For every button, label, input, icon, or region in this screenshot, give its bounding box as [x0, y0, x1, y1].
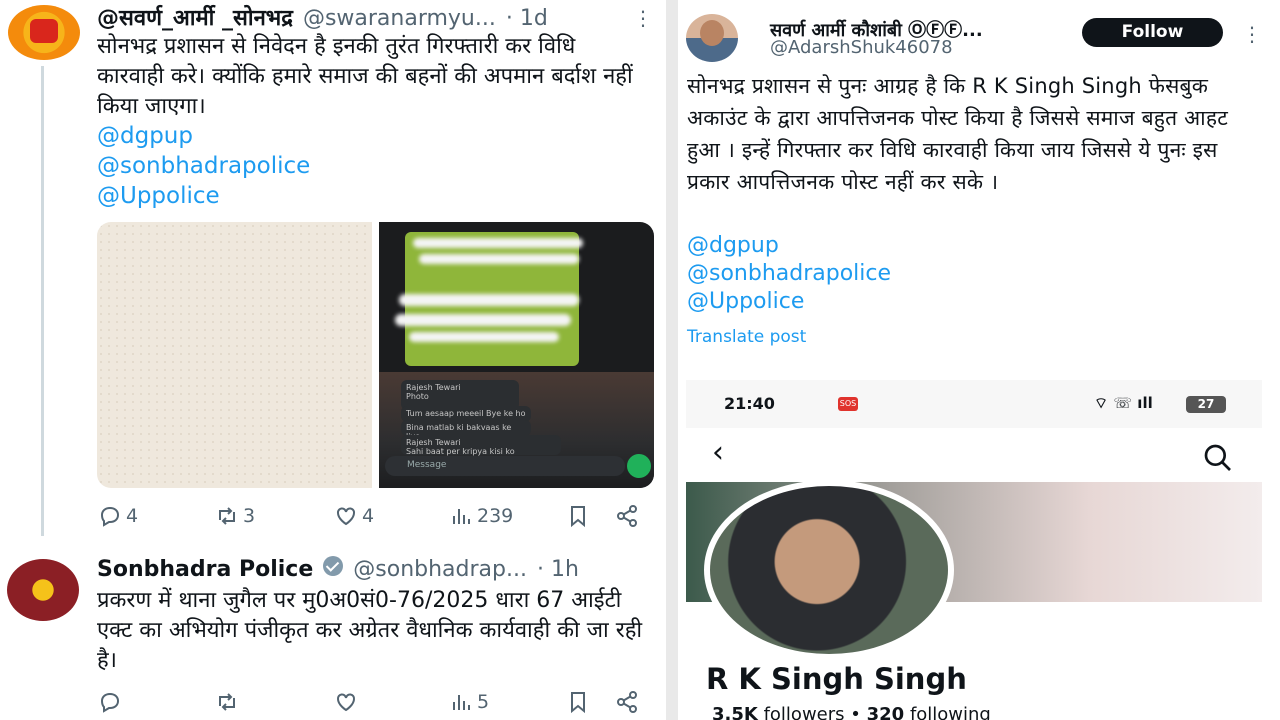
verified-badge-icon — [323, 556, 344, 576]
tweet2-author-name[interactable]: Sonbhadra Police — [97, 557, 313, 582]
reply-icon — [100, 506, 120, 527]
tweet2-views-button[interactable]: 5 — [449, 690, 489, 714]
redacted-text — [395, 314, 571, 326]
mention-dgpup[interactable]: @dgpup — [687, 232, 891, 260]
signal-icons: ⌔ ☏ ıll — [1094, 394, 1153, 412]
tweet2-views-count: 5 — [477, 691, 490, 713]
retweet-icon — [219, 693, 235, 711]
redacted-text — [399, 294, 579, 306]
share-icon — [617, 505, 637, 527]
thread-line — [41, 66, 44, 536]
chat1-author: Rajesh Tewari — [406, 383, 461, 392]
status-clock: 21:40 — [724, 394, 775, 413]
tweet1-like-button[interactable]: 4 — [334, 504, 374, 528]
tweet2-reply-button[interactable] — [98, 690, 122, 714]
tweet2-text: प्रकरण में थाना जुगैल पर मु0अ0सं0-76/202… — [97, 588, 643, 673]
back-arrow-icon: ‹ — [712, 435, 724, 470]
tweet1-mentions: @dgpup @sonbhadrapolice @Uppolice — [97, 121, 310, 211]
reply-count: 4 — [126, 505, 139, 527]
tweet1-views-button[interactable]: 239 — [449, 504, 513, 528]
redacted-text — [419, 254, 579, 264]
like-count: 4 — [362, 505, 375, 527]
army-sonbhadra-avatar[interactable] — [8, 5, 80, 60]
kaushambi-avatar[interactable] — [686, 14, 738, 62]
mention-dgpup[interactable]: @dgpup — [97, 121, 310, 151]
tweet1-author-name[interactable]: @सवर्ण_आर्मी _सोनभद्र — [97, 2, 293, 32]
tweet2-header: Sonbhadra Police @sonbhadrap... · 1h — [97, 556, 642, 584]
tweet2-like-button[interactable] — [334, 690, 358, 714]
retweet-icon — [219, 507, 235, 525]
follow-button[interactable]: Follow — [1082, 18, 1223, 47]
chat3-author: Rajesh Tewari — [406, 438, 461, 447]
tweet1-share-button[interactable] — [615, 504, 639, 528]
tweet2-share-button[interactable] — [615, 690, 639, 714]
bookmark-icon — [571, 506, 585, 528]
translate-post-link[interactable]: Translate post — [687, 327, 806, 347]
tweet1-media-image-1[interactable] — [97, 222, 372, 488]
right-mentions: @dgpup @sonbhadrapolice @Uppolice — [687, 232, 891, 316]
following-label: following — [909, 704, 991, 720]
profile-name: R K Singh Singh — [706, 662, 967, 696]
views-icon — [453, 695, 470, 710]
tweet1-header: @सवर्ण_आर्मी _सोनभद्र @swaranarmyu... · … — [97, 2, 642, 32]
tweet2-bookmark-button[interactable] — [566, 690, 590, 714]
stats-separator: • — [850, 704, 861, 720]
tweet1-text: सोनभद्र प्रशासन से निवेदन है इनकी तुरंत … — [97, 34, 633, 119]
tweet1-bookmark-button[interactable] — [566, 504, 590, 528]
mention-uppolice[interactable]: @Uppolice — [97, 181, 310, 211]
tweet1-media-image-2[interactable]: Rajesh Tewari Photo Tum aesaap meeeil By… — [379, 222, 654, 488]
facebook-screenshot-image[interactable]: 21:40 SOS ⌔ ☏ ıll 27 ‹ R K Singh Singh 3… — [686, 380, 1262, 720]
followers-count: 3.5K — [712, 704, 758, 720]
chat1-sub: Photo — [406, 392, 429, 401]
right-tweet-text: सोनभद्र प्रशासन से पुनः आग्रह है कि R K … — [687, 74, 1228, 194]
tweet1-time[interactable]: · 1d — [506, 6, 548, 31]
battery-icon: 27 — [1186, 396, 1226, 413]
profile-picture — [704, 480, 954, 660]
sos-icon: SOS — [838, 397, 858, 411]
retweet-count: 3 — [243, 505, 256, 527]
right-more-icon[interactable]: ⋮ — [1242, 22, 1262, 46]
views-count: 239 — [477, 505, 514, 527]
redacted-text — [413, 238, 583, 248]
right-author-handle[interactable]: @AdarshShuk46078 — [770, 37, 953, 58]
tweet1-retweet-button[interactable]: 3 — [215, 504, 255, 528]
mention-sonbhadrapolice[interactable]: @sonbhadrapolice — [97, 151, 310, 181]
chat-bubble-3: Bina matlab ki bakvaas ke liye — [401, 420, 531, 441]
column-divider — [666, 0, 678, 720]
chat-bubble-4: Rajesh Tewari Sahi baat per kripya kisi … — [401, 435, 561, 465]
tweet2-author-handle[interactable]: @sonbhadrap... — [353, 557, 527, 582]
search-icon — [1204, 444, 1231, 471]
mention-uppolice[interactable]: @Uppolice — [687, 288, 891, 316]
tweet1-author-handle[interactable]: @swaranarmyu... — [303, 6, 496, 31]
profile-stats: 3.5K followers • 320 following — [712, 704, 991, 720]
message-input-bar: Message — [385, 456, 625, 476]
tweet1-reply-button[interactable]: 4 — [98, 504, 138, 528]
heart-icon — [337, 693, 355, 712]
heart-icon — [337, 507, 355, 526]
sonbhadra-police-avatar[interactable] — [7, 559, 79, 621]
followers-label: followers — [763, 704, 845, 720]
share-icon — [617, 691, 637, 713]
phone-status-bar: 21:40 SOS ⌔ ☏ ıll 27 — [686, 380, 1262, 428]
following-count: 320 — [866, 704, 905, 720]
reply-icon — [100, 692, 120, 713]
tweet2-retweet-button[interactable] — [215, 690, 239, 714]
views-icon — [453, 509, 470, 524]
tweet2-time[interactable]: · 1h — [537, 557, 579, 582]
bookmark-icon — [571, 692, 585, 714]
mention-sonbhadrapolice[interactable]: @sonbhadrapolice — [687, 260, 891, 288]
tweet1-more-icon[interactable]: ⋮ — [633, 6, 653, 30]
redacted-text — [409, 332, 559, 342]
mic-icon — [627, 454, 651, 478]
